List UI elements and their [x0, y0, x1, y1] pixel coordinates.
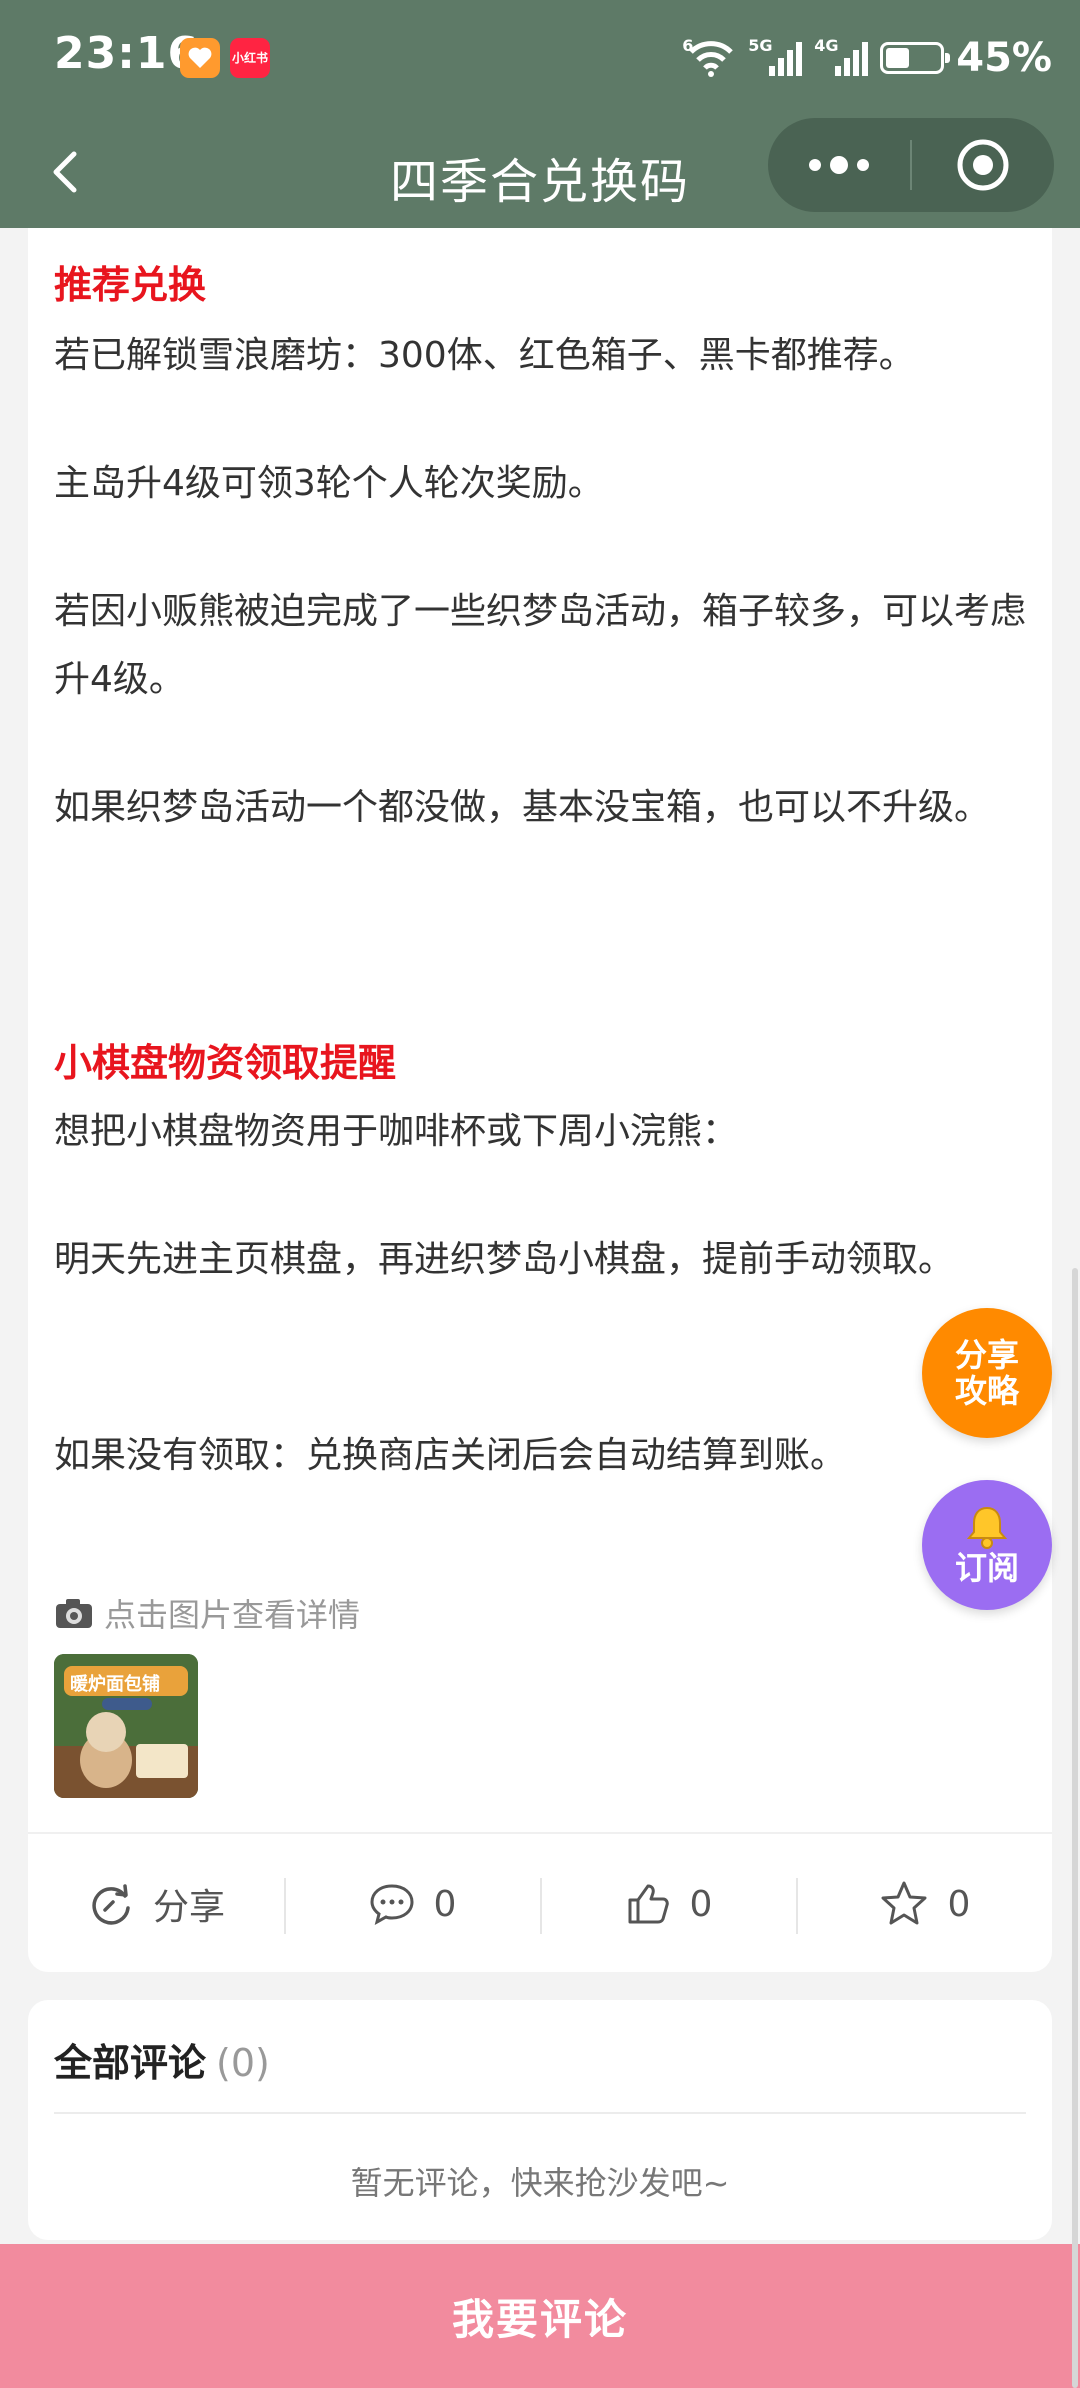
- bell-icon: [966, 1506, 1008, 1549]
- paragraph: 若已解锁雪浪磨坊：300体、红色箱子、黑卡都推荐。: [54, 335, 915, 376]
- like-button[interactable]: 0: [540, 1834, 796, 1974]
- close-mini-program-button[interactable]: [912, 118, 1054, 212]
- image-hint-text: 点击图片查看详情: [104, 1596, 361, 1634]
- star-icon: [881, 1881, 927, 1925]
- share-guide-fab[interactable]: 分享 攻略: [922, 1308, 1052, 1438]
- comments-count: (0): [216, 2041, 270, 2085]
- paragraph: 如果没有领取：兑换商店关闭后会自动结算到账。: [54, 1435, 847, 1476]
- favorite-button[interactable]: 0: [796, 1834, 1052, 1974]
- empty-comments-text: 暂无评论，快来抢沙发吧~: [350, 2164, 730, 2202]
- more-dots-icon: [809, 156, 869, 174]
- share-button[interactable]: 分享: [28, 1834, 284, 1974]
- share-refresh-icon: [92, 1884, 130, 1925]
- status-bar: 23:16 小红书 6 5G 4G 45%: [0, 0, 1080, 118]
- heart-app-icon: [180, 38, 220, 78]
- comment-button[interactable]: 0: [284, 1834, 540, 1974]
- action-bar: 分享 0 0 0: [28, 1832, 1052, 1974]
- mini-program-capsule: [768, 118, 1054, 212]
- share-label: 分享: [152, 1887, 225, 1928]
- thumbnail-title: 暖炉面包铺: [70, 1674, 160, 1695]
- target-circle-icon: [957, 139, 1009, 191]
- fab-subscribe-label: 订阅: [954, 1549, 1019, 1587]
- image-hint: 点击图片查看详情: [54, 1590, 360, 1636]
- section-title-reminder: 小棋盘物资领取提醒: [54, 1041, 397, 1085]
- section-title-recommend: 推荐兑换: [54, 263, 207, 307]
- comments-section: 全部评论 (0) 暂无评论，快来抢沙发吧~: [28, 2000, 1052, 2240]
- paragraph: 主岛升4级可领3轮个人轮次奖励。: [54, 463, 604, 504]
- paragraph: 想把小棋盘物资用于咖啡杯或下周小浣熊：: [54, 1111, 739, 1152]
- nav-bar: 四季合兑换码: [0, 118, 1080, 228]
- scrollbar[interactable]: [1072, 1268, 1078, 2388]
- thumbs-up-icon: [628, 1884, 669, 1924]
- article-thumbnail[interactable]: 暖炉面包铺: [54, 1654, 198, 1798]
- more-button[interactable]: [768, 118, 910, 212]
- wifi-icon: 6: [682, 36, 736, 80]
- status-indicators: 6 5G 4G 45%: [682, 26, 1052, 90]
- status-time: 23:16: [54, 28, 200, 79]
- battery-icon: [880, 42, 951, 74]
- subscribe-fab[interactable]: 订阅: [922, 1480, 1052, 1610]
- favorite-count: 0: [947, 1883, 971, 1925]
- signal-5g-icon: 5G: [748, 36, 803, 80]
- paragraph: 若因小贩熊被迫完成了一些织梦岛活动，箱子较多，可以考虑升4级。: [54, 591, 1027, 700]
- fab-share-line2: 攻略: [954, 1372, 1019, 1410]
- comments-title-text: 全部评论: [54, 2041, 207, 2085]
- divider: [54, 2112, 1026, 2114]
- paragraph: 如果织梦岛活动一个都没做，基本没宝箱，也可以不升级。: [54, 787, 991, 828]
- battery-percent: 45%: [956, 35, 1052, 81]
- write-comment-button[interactable]: 我要评论: [0, 2244, 1080, 2388]
- comment-bubble-icon: [370, 1884, 414, 1925]
- like-count: 0: [689, 1883, 713, 1925]
- article-card: 推荐兑换 若已解锁雪浪磨坊：300体、红色箱子、黑卡都推荐。 主岛升4级可领3轮…: [28, 228, 1052, 1972]
- signal-4g-icon: 4G: [814, 36, 869, 80]
- paragraph: 明天先进主页棋盘，再进织梦岛小棋盘，提前手动领取。: [54, 1239, 955, 1280]
- camera-icon: [56, 1599, 92, 1628]
- fab-share-line1: 分享: [954, 1336, 1019, 1374]
- comment-count: 0: [433, 1883, 457, 1925]
- comments-title: 全部评论 (0): [54, 2032, 270, 2087]
- xiaohongshu-app-icon: 小红书: [230, 38, 270, 78]
